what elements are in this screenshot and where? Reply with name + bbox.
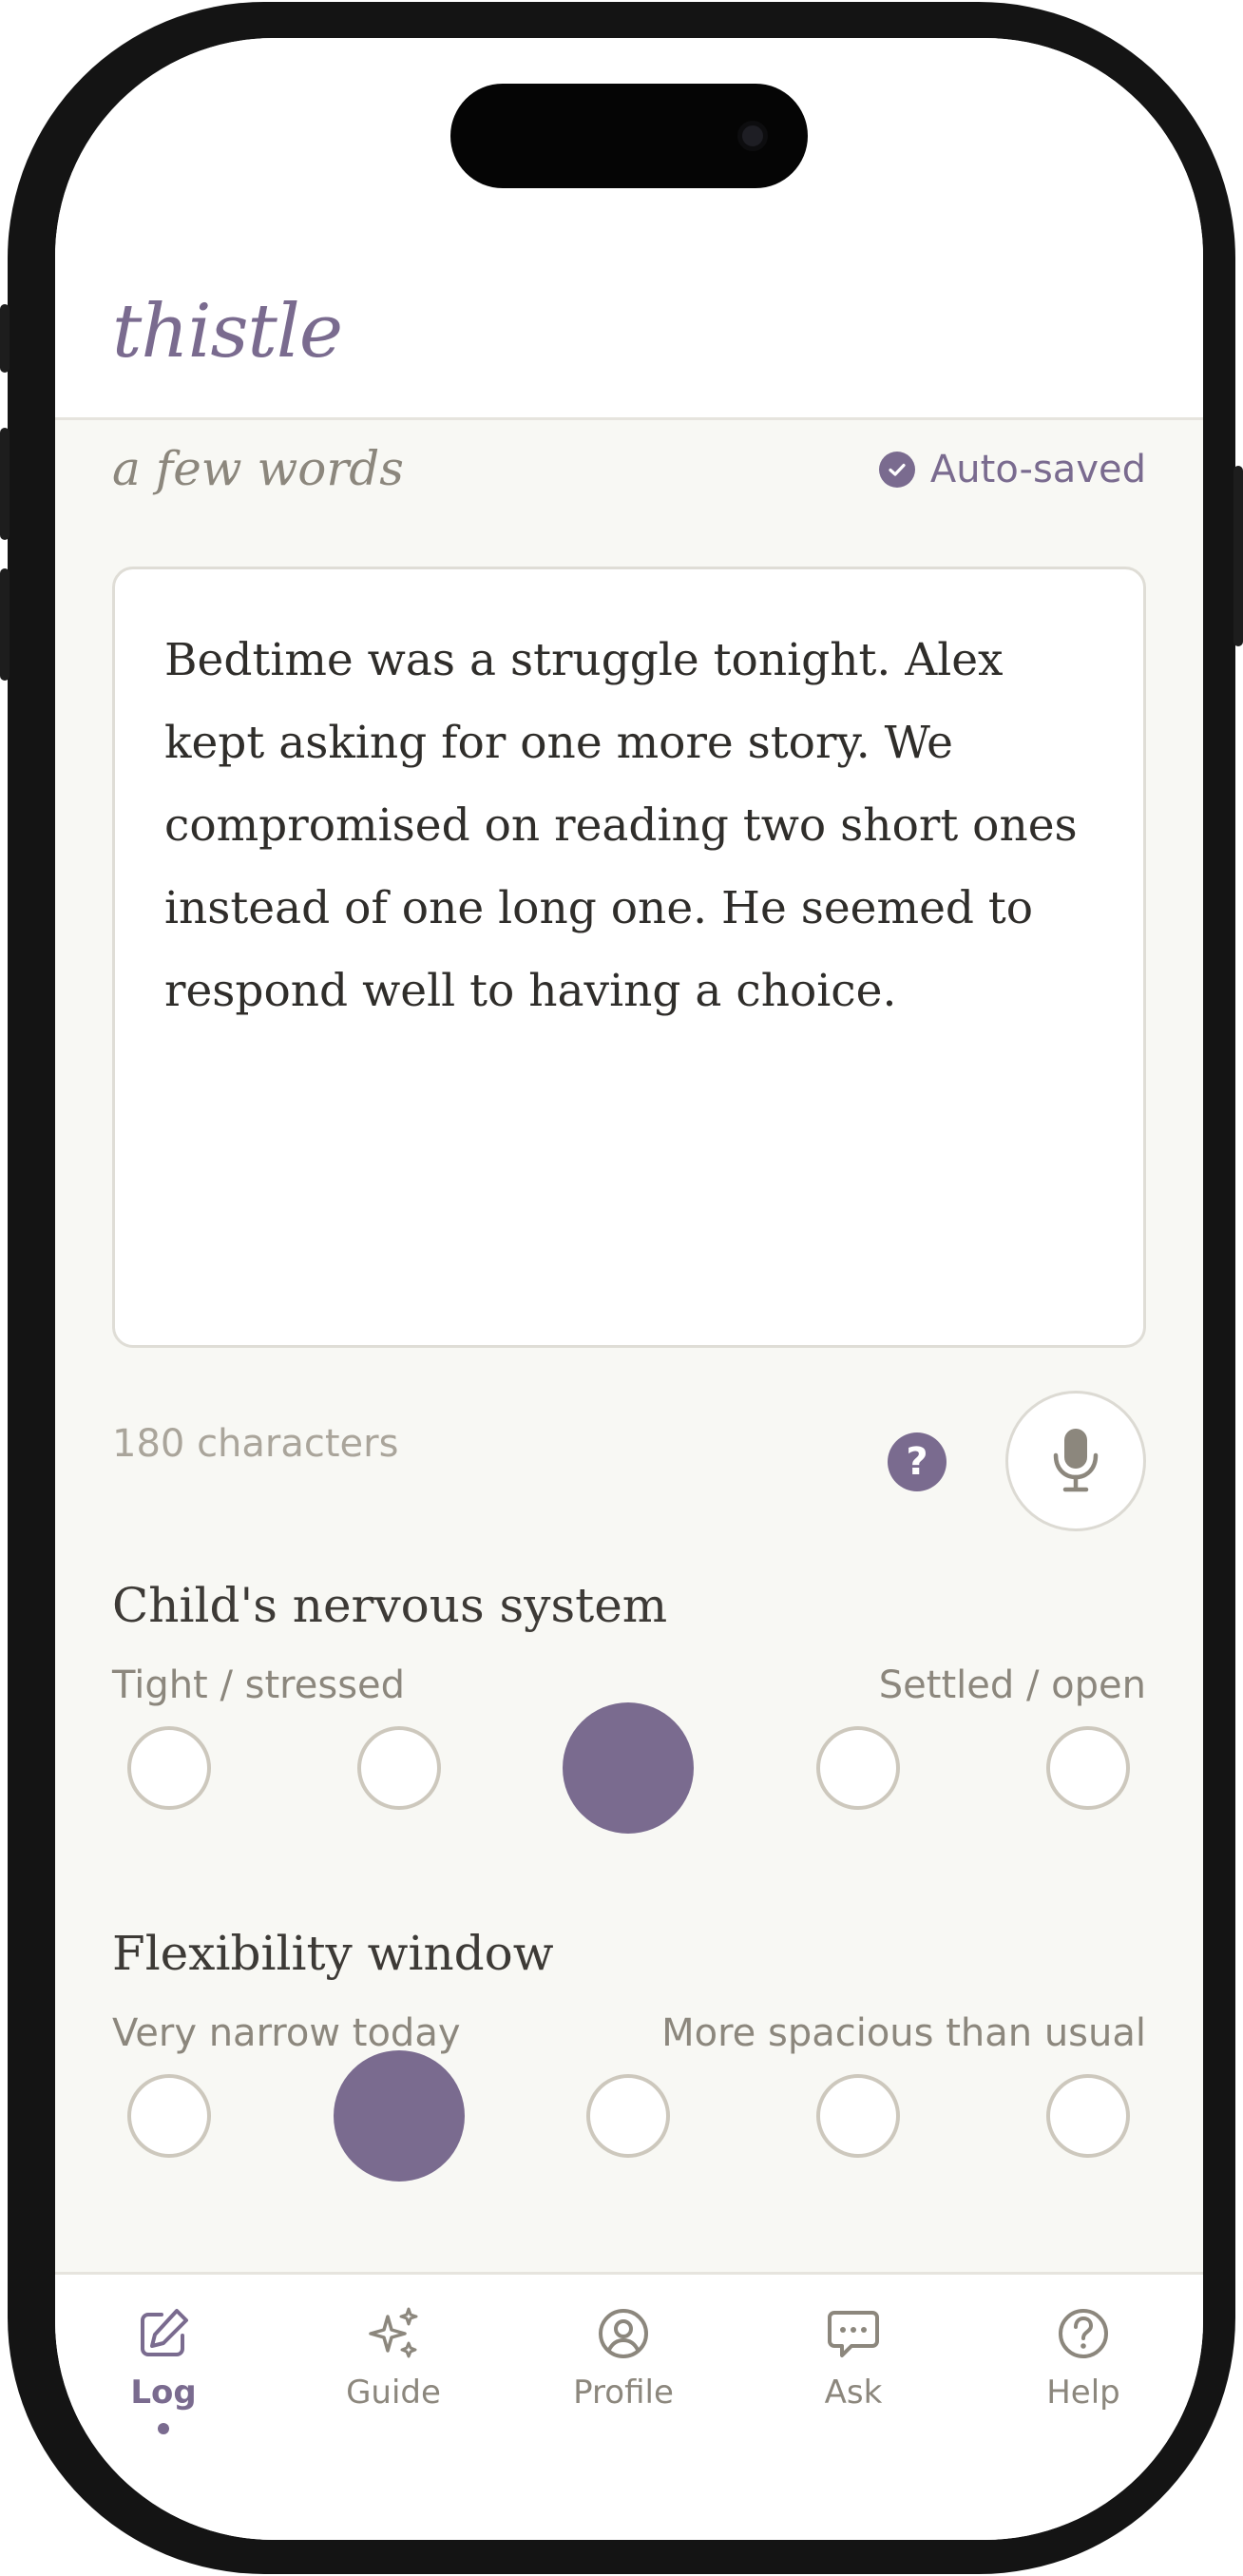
rating-option-5[interactable] [1046,1726,1130,1810]
rating-option-4[interactable] [816,2074,900,2158]
action-button [0,304,10,373]
note-text: Bedtime was a struggle tonight. Alex kep… [164,634,1078,1017]
tab-guide[interactable]: Guide [298,2303,488,2412]
tab-help[interactable]: Help [988,2303,1178,2412]
help-question-button[interactable]: ? [888,1432,947,1491]
note-textarea[interactable]: Bedtime was a struggle tonight. Alex kep… [112,567,1146,1348]
tab-label: Help [1046,2374,1120,2412]
app-logo: thistle [112,289,343,375]
rating-option-1[interactable] [127,2074,211,2158]
tab-ask[interactable]: Ask [758,2303,948,2412]
active-tab-indicator [158,2423,169,2434]
log-entry-form: a few words Auto-saved Bedtime was a str… [55,420,1203,2272]
tab-profile[interactable]: Profile [528,2303,718,2412]
check-circle-icon [878,452,915,488]
autosave-status: Auto-saved [878,441,1146,498]
user-circle-icon [599,2309,648,2358]
scale-low-label: Very narrow today [112,2011,461,2055]
bottom-tab-bar: Log Guide Profile Ask Help [55,2272,1203,2540]
question-icon: ? [906,1440,928,1484]
scale-high-label: Settled / open [878,1663,1146,1707]
chat-bubble-icon [828,2311,879,2357]
camera-icon [737,121,768,151]
voice-input-button[interactable] [1005,1391,1146,1531]
phone-frame: thistle a few words Auto-saved Bedtime w… [0,2,1243,2574]
rating-option-1[interactable] [127,1726,211,1810]
volume-up-button [0,428,10,540]
edit-icon [141,2309,188,2356]
rating-option-5[interactable] [1046,2074,1130,2158]
autosave-label: Auto-saved [929,448,1146,491]
tab-label: Profile [573,2374,674,2412]
rating-option-2[interactable] [334,2050,465,2182]
scale-high-label: More spacious than usual [661,2011,1146,2055]
section-title: a few words [112,441,404,496]
character-count: 180 characters [112,1422,399,1466]
rating-option-4[interactable] [816,1726,900,1810]
rating-option-3[interactable] [563,1702,694,1834]
screen: thistle a few words Auto-saved Bedtime w… [55,38,1203,2540]
rating-option-3[interactable] [586,2074,670,2158]
sparkles-icon [369,2307,418,2358]
scale-low-label: Tight / stressed [112,1663,406,1707]
tab-label: Ask [824,2374,883,2412]
help-circle-icon [1059,2309,1108,2358]
rating-option-2[interactable] [357,1726,441,1810]
volume-down-button [0,568,10,681]
microphone-icon [1053,1429,1099,1492]
dynamic-island [450,84,808,188]
scale-title-nervous-system: Child's nervous system [112,1578,668,1633]
tab-label: Guide [346,2374,441,2412]
tab-label: Log [130,2374,197,2412]
tab-log[interactable]: Log [68,2303,258,2434]
power-button [1233,466,1243,646]
scale-title-flexibility: Flexibility window [112,1926,554,1981]
